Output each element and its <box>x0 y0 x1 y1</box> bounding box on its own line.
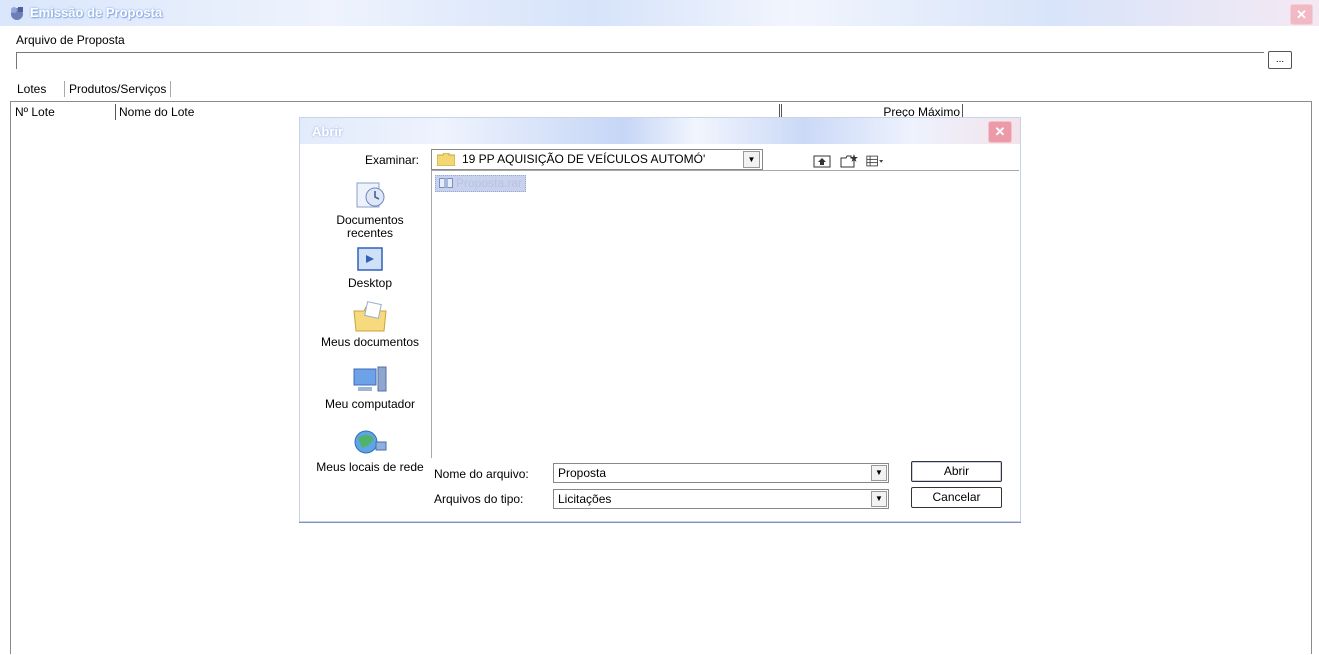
my-documents-icon <box>353 301 387 332</box>
place-label: Meu computador <box>324 397 416 411</box>
place-label: Meus documentos <box>320 335 420 349</box>
file-name: Proposta.rar <box>456 176 523 190</box>
place-my-documents[interactable]: Meus documentos <box>314 301 426 349</box>
look-in-value: 19 PP AQUISIÇÃO DE VEÍCULOS AUTOMÓ' <box>462 152 706 166</box>
desktop-icon <box>357 247 383 271</box>
look-in-label: Examinar: <box>365 153 420 167</box>
dialog-close-button[interactable]: ✕ <box>988 121 1012 143</box>
places-bar: Documentos recentes Desktop Meus documen… <box>314 173 426 508</box>
place-my-computer[interactable]: Meu computador <box>314 365 426 411</box>
column-header-lot-number[interactable]: Nº Lote <box>15 104 116 120</box>
chevron-down-icon[interactable]: ▼ <box>871 491 887 507</box>
recent-documents-icon <box>356 182 385 208</box>
open-button[interactable]: Abrir <box>911 461 1002 482</box>
cancel-button[interactable]: Cancelar <box>911 487 1002 508</box>
place-label: Meus locais de rede <box>316 460 424 474</box>
up-folder-icon[interactable] <box>813 154 831 168</box>
close-icon: ✕ <box>994 124 1006 139</box>
place-label: Documentos recentes <box>336 213 404 240</box>
file-label: Arquivo de Proposta <box>16 33 125 47</box>
app-icon <box>11 7 23 20</box>
folder-icon <box>437 153 455 166</box>
dialog-title: Abrir <box>312 124 344 139</box>
my-computer-icon <box>353 366 387 392</box>
place-network-places[interactable]: Meus locais de rede <box>314 428 426 474</box>
place-desktop[interactable]: Desktop <box>314 246 426 290</box>
dialog-titlebar: Abrir ✕ <box>300 118 1020 144</box>
close-icon: ✕ <box>1296 7 1307 22</box>
new-folder-icon[interactable] <box>840 154 858 168</box>
file-name-value: Proposta <box>558 466 607 480</box>
browse-button[interactable]: ... <box>1268 51 1292 69</box>
file-type-label: Arquivos do tipo: <box>434 492 524 506</box>
file-name-label: Nome do arquivo: <box>434 467 529 481</box>
window-title: Emissão de Proposta <box>30 5 163 20</box>
chevron-down-icon[interactable]: ▼ <box>871 465 887 481</box>
file-list-item[interactable]: Proposta.rar <box>435 175 527 192</box>
tab-lotes[interactable]: Lotes <box>17 82 46 96</box>
chevron-down-icon[interactable]: ▼ <box>743 151 760 168</box>
archive-file-icon <box>439 178 453 188</box>
place-label: Desktop <box>347 276 393 290</box>
look-in-select[interactable]: 19 PP AQUISIÇÃO DE VEÍCULOS AUTOMÓ' ▼ <box>431 149 763 170</box>
file-type-value: Licitações <box>558 492 612 506</box>
open-file-dialog: Abrir ✕ Examinar: 19 PP AQUISIÇÃO DE VEÍ… <box>299 117 1021 522</box>
file-list[interactable]: Proposta.rar <box>431 170 1019 458</box>
views-menu-icon[interactable] <box>866 154 884 168</box>
network-places-icon <box>354 430 387 454</box>
main-titlebar: Emissão de Proposta ✕ <box>0 0 1319 26</box>
window-close-button[interactable]: ✕ <box>1290 4 1313 25</box>
place-recent-documents[interactable]: Documentos recentes <box>314 177 426 240</box>
tab-produtos-servicos[interactable]: Produtos/Serviços <box>64 81 172 97</box>
file-name-combo[interactable]: Proposta ▼ <box>553 463 889 483</box>
file-type-combo[interactable]: Licitações ▼ <box>553 489 889 509</box>
proposal-file-input[interactable] <box>16 52 1264 69</box>
